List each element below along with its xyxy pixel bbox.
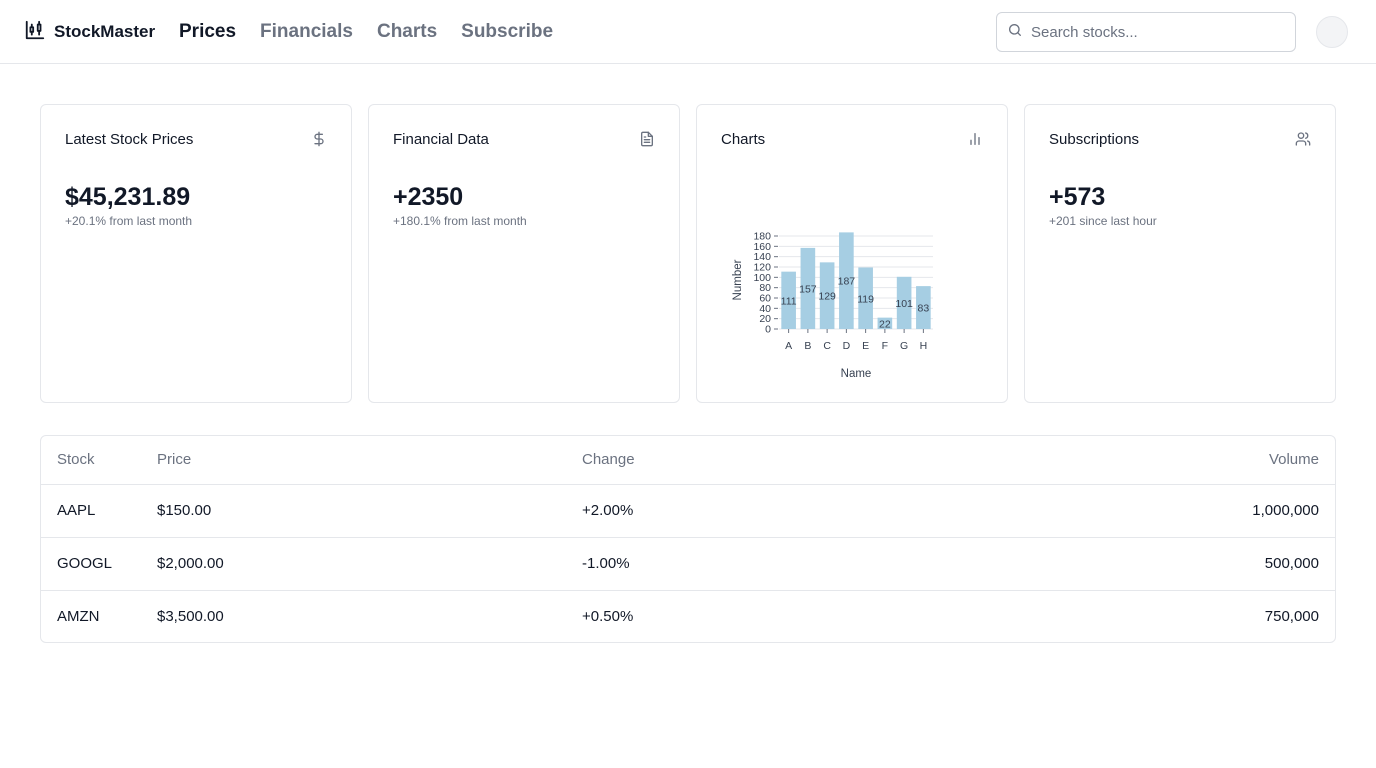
card-charts: Charts 0 20 40 60 80 100 120 140 160 180 A 111 B 157 C… [696,104,1008,403]
users-icon [1295,131,1311,147]
cell-stock: AMZN [57,608,100,626]
brand-name: StockMaster [54,22,156,41]
x-tick-label: D [843,340,851,352]
bar-chart: 020406080100120140160180 A 111 B 157 C 129 D 187… [732,231,933,380]
y-tick-label: 100 [753,272,771,284]
data-label: 157 [799,283,817,295]
cell-volume: 1,000,000 [1252,502,1319,519]
cell-stock: GOOGL [57,555,113,572]
y-tick-label: 180 [753,231,771,243]
data-label: 83 [918,303,930,315]
y-tick-label: 60 [759,293,771,305]
card-subtext: +180.1% from last month [393,214,527,228]
brand[interactable]: StockMaster [24,18,155,46]
cell-stock: AAPL [57,502,96,519]
nav-charts[interactable]: Charts [377,21,437,43]
nav-financials[interactable]: Financials [260,21,353,43]
data-label: 119 [857,293,874,305]
data-label: 129 [818,291,836,303]
cell-change: +0.50% [582,608,634,626]
card-subscriptions: Subscriptions +573 +201 since last hour [1024,104,1336,403]
y-axis-label: Number [732,259,744,300]
cell-change: +2.00% [582,502,634,519]
x-tick-label: H [920,340,928,352]
card-title: Latest Stock Prices [65,131,194,148]
card-title: Financial Data [393,131,489,148]
card-subtext: +20.1% from last month [65,214,193,228]
search-box[interactable] [996,12,1296,52]
cell-price: $2,000.00 [157,555,224,572]
y-tick-label: 80 [759,282,771,294]
y-tick-label: 160 [753,241,771,253]
cell-volume: 500,000 [1264,555,1319,572]
y-tick-label: 120 [753,262,771,274]
card-financial-data: Financial Data +2350 +180.1% from last m… [368,104,680,403]
card-subtext: +201 since last hour [1049,214,1157,228]
data-label: 22 [879,318,891,330]
x-tick-label: B [804,340,811,352]
dollar-icon [311,131,327,147]
cell-volume: 750,000 [1264,608,1319,626]
user-avatar[interactable] [1316,16,1348,48]
y-tick-label: 20 [759,313,771,325]
data-label: 187 [838,276,856,288]
card-value: +2350 [393,183,464,211]
x-axis-label: Name [841,368,872,380]
card-title: Subscriptions [1049,131,1140,148]
y-tick-label: 0 [765,324,771,336]
top-bar: StockMaster Prices Financials Charts Sub… [0,0,1376,64]
y-tick-label: 40 [759,303,771,315]
cell-price: $3,500.00 [157,608,224,626]
col-header-change: Change [582,451,635,469]
data-label: 111 [781,295,797,307]
cell-change: -1.00% [582,555,630,572]
table-row[interactable]: GOOGL $2,000.00 -1.00% 500,000 [41,537,1335,590]
x-tick-label: C [823,340,831,352]
nav-subscribe[interactable]: Subscribe [461,21,553,43]
card-value: +573 [1049,183,1106,211]
x-tick-label: A [785,340,792,352]
table-header-row: Stock Price Change Volume [41,436,1335,484]
candlestick-chart-icon [24,19,46,46]
main-nav: Prices Financials Charts Subscribe [179,18,553,46]
nav-prices[interactable]: Prices [179,21,236,43]
col-header-stock: Stock [57,451,95,469]
x-tick-label: E [862,340,869,352]
x-tick-label: F [882,340,888,352]
card-latest-stock-prices: Latest Stock Prices $45,231.89 +20.1% fr… [40,104,352,403]
table-row[interactable]: AAPL $150.00 +2.00% 1,000,000 [41,484,1335,537]
cell-price: $150.00 [157,502,212,519]
col-header-price: Price [157,451,192,469]
document-icon [639,131,655,147]
stock-table: Stock Price Change Volume AAPL $150.00 +… [40,435,1336,643]
card-value: $45,231.89 [65,183,191,211]
search-input[interactable] [1031,23,1281,41]
y-tick-label: 140 [753,251,771,263]
x-tick-label: G [900,340,908,352]
data-label: 101 [895,298,913,310]
search-icon [1007,22,1023,43]
col-header-volume: Volume [1268,451,1319,469]
table-row[interactable]: AMZN $3,500.00 +0.50% 750,000 [41,590,1335,642]
